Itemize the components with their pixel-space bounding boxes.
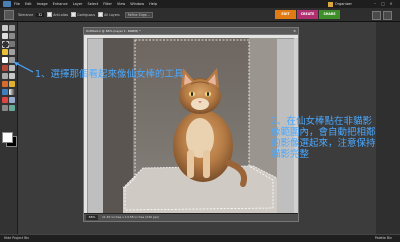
app-logo-icon <box>3 1 11 7</box>
shape-tool-icon[interactable] <box>2 97 8 103</box>
magic-wand-tool-icon[interactable] <box>2 49 8 55</box>
menu-layer[interactable]: Layer <box>73 0 83 8</box>
magic-wand-options-icon <box>4 9 14 20</box>
redo-button[interactable] <box>383 11 392 20</box>
marquee-tool-icon[interactable] <box>2 41 9 48</box>
annotation-step-1: 1、選擇那個看起來像仙女棒的工具 <box>35 69 184 80</box>
all-layers-checkbox[interactable] <box>98 12 104 17</box>
maximize-icon[interactable]: □ <box>380 1 386 6</box>
organizer-button[interactable]: Organizer <box>327 1 352 7</box>
paint-bucket-tool-icon[interactable] <box>2 89 8 95</box>
crop-tool-icon[interactable] <box>9 57 15 63</box>
menu-help[interactable]: Help <box>149 0 157 8</box>
lasso-tool-icon[interactable] <box>9 41 15 47</box>
document-status-bar: 66% 11.67 inches x 14.58 inches (240 ppi… <box>84 213 298 221</box>
close-icon[interactable]: × <box>388 1 394 6</box>
menu-window[interactable]: Window <box>130 0 144 8</box>
healing-brush-tool-icon[interactable] <box>9 65 15 71</box>
tool-options-bar: Tolerance 32 Anti-alias Contiguous All L… <box>0 8 400 22</box>
undo-button[interactable] <box>372 11 381 20</box>
menu-filter[interactable]: Filter <box>103 0 112 8</box>
zoom-level-field[interactable]: 66% <box>86 215 98 220</box>
antialias-checkbox[interactable] <box>47 12 53 17</box>
eraser-tool-icon[interactable] <box>9 73 15 79</box>
contiguous-label: Contiguous <box>77 12 96 17</box>
tolerance-input[interactable]: 32 <box>36 12 45 17</box>
organizer-icon <box>327 1 333 7</box>
photoshop-elements-window: File Edit Image Enhance Layer Select Fil… <box>0 0 400 242</box>
sponge-tool-icon[interactable] <box>2 105 8 111</box>
ruler-vertical <box>84 38 88 213</box>
tab-edit[interactable]: EDIT <box>275 10 296 19</box>
document-canvas[interactable]: 66% 11.67 inches x 14.58 inches (240 ppi… <box>83 34 299 222</box>
gradient-tool-icon[interactable] <box>9 89 15 95</box>
all-layers-label: All Layers <box>104 12 120 17</box>
document-info: 11.67 inches x 14.58 inches (240 ppi) <box>102 215 159 219</box>
eyedropper-tool-icon[interactable] <box>9 33 15 39</box>
annotation-step-2: 2、在仙女棒點在非貓影像範圍內，會自動把相鄰的影像選起來，注意保持貓影完整 <box>271 116 376 160</box>
minimize-icon[interactable]: – <box>372 1 378 6</box>
tab-create[interactable]: CREATE <box>297 10 318 19</box>
menu-image[interactable]: Image <box>37 0 48 8</box>
type-tool-icon[interactable] <box>2 57 8 63</box>
blur-tool-icon[interactable] <box>9 97 15 103</box>
red-eye-tool-icon[interactable] <box>2 65 8 71</box>
organizer-label: Organizer <box>334 2 352 6</box>
menu-select[interactable]: Select <box>87 0 98 8</box>
menu-bar: File Edit Image Enhance Layer Select Fil… <box>0 0 400 8</box>
contiguous-checkbox[interactable] <box>71 12 77 17</box>
refine-edge-button[interactable]: Refine Edge... <box>124 11 153 18</box>
undo-redo-group <box>370 11 392 20</box>
mode-tabs: EDIT CREATE SHARE <box>274 10 340 19</box>
brush-tool-icon[interactable] <box>2 81 8 87</box>
hand-tool-icon[interactable] <box>2 33 8 39</box>
antialias-label: Anti-alias <box>53 12 69 17</box>
zoom-tool-icon[interactable] <box>9 25 15 31</box>
toolbox <box>0 22 18 234</box>
menu-file[interactable]: File <box>14 0 20 8</box>
recompose-tool-icon[interactable] <box>9 105 15 111</box>
pencil-tool-icon[interactable] <box>9 81 15 87</box>
menu-view[interactable]: View <box>117 0 125 8</box>
foreground-color-swatch[interactable] <box>2 132 13 143</box>
tolerance-label: Tolerance <box>18 12 34 17</box>
menu-edit[interactable]: Edit <box>25 0 32 8</box>
tab-share[interactable]: SHARE <box>319 10 340 19</box>
clone-stamp-tool-icon[interactable] <box>2 73 8 79</box>
cat-photo[interactable] <box>103 38 277 213</box>
quick-selection-tool-icon[interactable] <box>9 49 15 55</box>
menu-enhance[interactable]: Enhance <box>53 0 68 8</box>
move-tool-icon[interactable] <box>2 25 8 31</box>
